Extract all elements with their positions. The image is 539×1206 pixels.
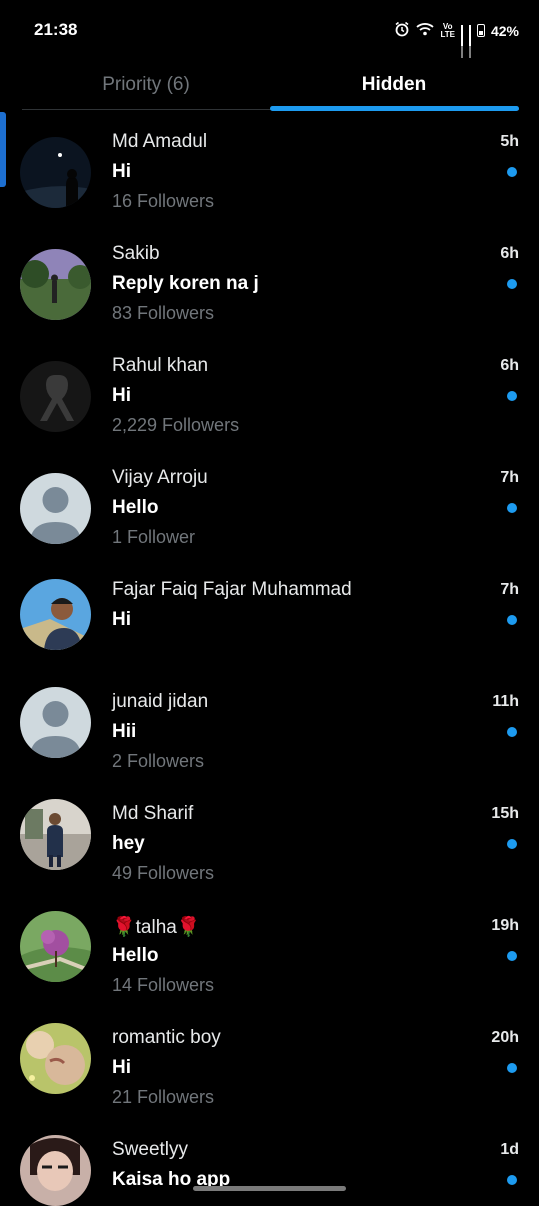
conversation-message: Reply koren na j: [112, 273, 259, 294]
conversation-followers: 1 Follower: [112, 527, 196, 547]
avatar[interactable]: [20, 249, 91, 320]
volte-bottom-text: LTE: [440, 29, 455, 39]
conversation-message: Hi: [112, 385, 131, 406]
conversation-name: Md Sharif: [112, 803, 194, 824]
conversation-time: 19h: [491, 917, 519, 934]
conversation-item[interactable]: Fajar Faiq Fajar Muhammad Hi 7h: [0, 558, 539, 670]
tab-hidden[interactable]: Hidden: [270, 60, 518, 109]
conversation-time: 6h: [500, 245, 519, 262]
conversation-followers: 14 Followers: [112, 975, 215, 995]
conversation-followers: 83 Followers: [112, 303, 215, 323]
conversation-name: Rahul khan: [112, 355, 209, 376]
avatar[interactable]: [20, 687, 91, 758]
unread-dot: [507, 615, 517, 625]
conversation-time: 6h: [500, 357, 519, 374]
conversation-message: Hi: [112, 161, 131, 182]
conversation-message: Hii: [112, 721, 137, 742]
avatar[interactable]: [20, 911, 91, 982]
conversation-name: Sweetlyy: [112, 1139, 189, 1160]
conversation-followers: 16 Followers: [112, 191, 215, 211]
conversation-time: 1d: [500, 1141, 519, 1158]
signal-icon: [460, 24, 463, 58]
wifi-icon: [416, 22, 435, 39]
unread-dot: [507, 167, 517, 177]
unread-dot: [507, 391, 517, 401]
conversation-message: Hello: [112, 945, 159, 966]
avatar[interactable]: [20, 799, 91, 870]
battery-icon: [476, 24, 485, 37]
home-indicator[interactable]: [193, 1186, 346, 1191]
conversation-item[interactable]: junaid jidan Hii 2 Followers 11h: [0, 670, 539, 782]
conversation-followers: 2,229 Followers: [112, 415, 240, 435]
conversation-name: junaid jidan: [112, 691, 209, 712]
unread-dot: [507, 839, 517, 849]
unread-dot: [507, 1175, 517, 1185]
unread-dot: [507, 727, 517, 737]
conversation-message: Hi: [112, 1057, 131, 1078]
battery-percent: 42%: [490, 22, 519, 39]
conversation-item[interactable]: 🌹talha🌹 Hello 14 Followers 19h: [0, 894, 539, 1006]
conversation-message: Hello: [112, 497, 159, 518]
conversation-time: 5h: [500, 133, 519, 150]
conversation-followers: 2 Followers: [112, 751, 205, 771]
conversation-followers: 21 Followers: [112, 1087, 215, 1107]
conversation-item[interactable]: Md Sharif hey 49 Followers 15h: [0, 782, 539, 894]
conversation-name: Sakib: [112, 243, 160, 264]
volte-indicator: Vo LTE: [440, 22, 455, 39]
avatar[interactable]: [20, 1135, 91, 1206]
conversation-name: Md Amadul: [112, 131, 208, 152]
conversation-item[interactable]: romantic boy Hi 21 Followers 20h: [0, 1006, 539, 1118]
unread-dot: [507, 503, 517, 513]
conversation-time: 11h: [492, 693, 519, 710]
conversation-name: Fajar Faiq Fajar Muhammad: [112, 579, 352, 600]
avatar[interactable]: [20, 473, 91, 544]
conversation-followers: 49 Followers: [112, 863, 215, 883]
conversation-name: 🌹talha🌹: [112, 917, 201, 938]
unread-dot: [507, 279, 517, 289]
avatar[interactable]: [20, 579, 91, 650]
tab-priority[interactable]: Priority (6): [22, 60, 270, 109]
unread-dot: [507, 951, 517, 961]
conversation-item[interactable]: Rahul khan Hi 2,229 Followers 6h: [0, 334, 539, 446]
conversation-item[interactable]: Md Amadul Hi 16 Followers 5h: [0, 110, 539, 222]
conversation-time: 20h: [491, 1029, 519, 1046]
conversation-time: 7h: [500, 581, 519, 598]
conversation-time: 7h: [500, 469, 519, 486]
unread-dot: [507, 1063, 517, 1073]
conversation-time: 15h: [491, 805, 519, 822]
signal-icon-2: [468, 24, 471, 58]
conversation-name: Vijay Arroju: [112, 467, 208, 488]
status-bar: 21:38 Vo LTE 42%: [0, 0, 539, 60]
status-icons: Vo LTE 42%: [394, 21, 519, 58]
conversation-message: hey: [112, 833, 145, 854]
conversation-item[interactable]: Vijay Arroju Hello 1 Follower 7h: [0, 446, 539, 558]
conversation-name: romantic boy: [112, 1027, 221, 1048]
conversation-item[interactable]: Sakib Reply koren na j 83 Followers 6h: [0, 222, 539, 334]
message-tabs: Priority (6) Hidden: [22, 60, 519, 111]
alarm-icon: [394, 21, 410, 40]
avatar[interactable]: [20, 361, 91, 432]
avatar[interactable]: [20, 137, 91, 208]
avatar[interactable]: [20, 1023, 91, 1094]
conversation-message: Hi: [112, 609, 131, 630]
